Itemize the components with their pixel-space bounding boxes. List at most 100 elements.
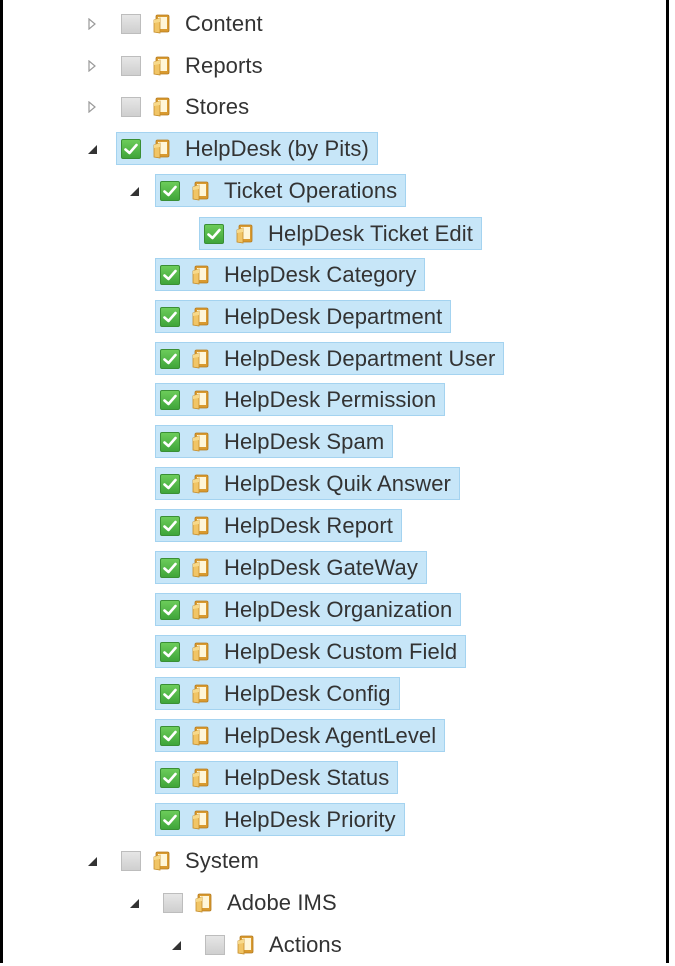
tree-node-label: HelpDesk Report	[224, 513, 394, 538]
checkmark-icon	[163, 604, 177, 615]
tree-node-label: HelpDesk Ticket Edit	[268, 221, 473, 246]
tree-row-helpdesk-organization: HelpDesk Organization	[3, 589, 666, 631]
tree-node-helpdesk-permission[interactable]: HelpDesk Permission	[155, 383, 446, 416]
folder-icon	[190, 473, 212, 495]
folder-icon	[151, 55, 173, 77]
unchecked-checkbox[interactable]	[121, 13, 141, 34]
expand-arrow-icon[interactable]	[85, 56, 99, 76]
tree-node-helpdesk-report[interactable]: HelpDesk Report	[155, 509, 403, 542]
collapse-arrow-icon[interactable]	[127, 893, 141, 913]
folder-icon	[193, 892, 215, 914]
tree-node-helpdesk-category[interactable]: HelpDesk Category	[155, 258, 426, 291]
collapse-arrow-icon[interactable]	[85, 139, 99, 159]
checkmark-icon	[163, 394, 177, 405]
checkmark-icon	[163, 520, 177, 531]
tree-node-helpdesk-gateway[interactable]: HelpDesk GateWay	[155, 551, 427, 584]
checked-checkbox[interactable]	[160, 557, 180, 578]
folder-icon	[190, 431, 212, 453]
tree-node-label: Adobe IMS	[227, 890, 337, 915]
tree-node-label: HelpDesk Custom Field	[224, 639, 458, 664]
unchecked-checkbox[interactable]	[163, 892, 183, 913]
checked-checkbox[interactable]	[160, 683, 180, 704]
tree-node-reports[interactable]: Reports	[116, 49, 272, 82]
tree-node-helpdesk-config[interactable]: HelpDesk Config	[155, 677, 400, 710]
expand-arrow-icon[interactable]	[85, 14, 99, 34]
tree-node-helpdesk-department[interactable]: HelpDesk Department	[155, 300, 452, 333]
checked-checkbox[interactable]	[160, 180, 180, 201]
tree-node-helpdesk-custom-field[interactable]: HelpDesk Custom Field	[155, 635, 467, 668]
tree-row-helpdesk-permission: HelpDesk Permission	[3, 379, 666, 421]
folder-icon	[190, 557, 212, 579]
expand-arrow-icon[interactable]	[85, 97, 99, 117]
checked-checkbox[interactable]	[160, 641, 180, 662]
checked-checkbox[interactable]	[160, 599, 180, 620]
tree-node-helpdesk-status[interactable]: HelpDesk Status	[155, 761, 399, 794]
tree-node-label: System	[185, 848, 259, 873]
collapse-arrow-icon[interactable]	[169, 935, 183, 955]
tree-node-label: Actions	[269, 932, 342, 957]
checked-checkbox[interactable]	[160, 515, 180, 536]
tree-row-helpdesk-department: HelpDesk Department	[3, 296, 666, 338]
unchecked-checkbox[interactable]	[121, 55, 141, 76]
tree-row-helpdesk-spam: HelpDesk Spam	[3, 421, 666, 463]
tree-row-ticket-operations: Ticket Operations	[3, 170, 666, 212]
tree-node-stores[interactable]: Stores	[116, 90, 258, 123]
checked-checkbox[interactable]	[160, 473, 180, 494]
tree-node-label: HelpDesk Status	[224, 765, 390, 790]
tree-row-content: Content	[3, 3, 666, 45]
tree-node-system[interactable]: System	[116, 844, 268, 877]
tree-row-stores: Stores	[3, 86, 666, 128]
tree-node-label: Ticket Operations	[224, 178, 398, 203]
tree-node-helpdesk-department-user[interactable]: HelpDesk Department User	[155, 342, 505, 375]
tree-node-label: HelpDesk Permission	[224, 387, 437, 412]
checked-checkbox[interactable]	[160, 431, 180, 452]
tree-node-helpdesk-by-pits[interactable]: HelpDesk (by Pits)	[116, 132, 378, 165]
tree-row-helpdesk-gateway: HelpDesk GateWay	[3, 547, 666, 589]
checked-checkbox[interactable]	[160, 348, 180, 369]
checked-checkbox[interactable]	[160, 725, 180, 746]
tree-node-label: HelpDesk Category	[224, 262, 417, 287]
tree-row-actions: Actions	[3, 924, 666, 966]
tree-node-helpdesk-spam[interactable]: HelpDesk Spam	[155, 425, 394, 458]
tree-row-helpdesk-category: HelpDesk Category	[3, 254, 666, 296]
folder-icon	[151, 96, 173, 118]
tree-node-label: HelpDesk Organization	[224, 597, 453, 622]
tree-node-helpdesk-ticket-edit[interactable]: HelpDesk Ticket Edit	[199, 217, 482, 250]
checked-checkbox[interactable]	[121, 138, 141, 159]
folder-icon	[234, 223, 256, 245]
tree-node-label: HelpDesk Config	[224, 681, 391, 706]
checkmark-icon	[163, 269, 177, 280]
tree-node-content[interactable]: Content	[116, 7, 272, 40]
tree-node-actions[interactable]: Actions	[200, 928, 351, 961]
unchecked-checkbox[interactable]	[121, 850, 141, 871]
tree-node-helpdesk-quik-answer[interactable]: HelpDesk Quik Answer	[155, 467, 460, 500]
tree-node-helpdesk-agentlevel[interactable]: HelpDesk AgentLevel	[155, 719, 446, 752]
unchecked-checkbox[interactable]	[205, 934, 225, 955]
tree-node-adobe-ims[interactable]: Adobe IMS	[158, 886, 346, 919]
checked-checkbox[interactable]	[160, 809, 180, 830]
tree-row-helpdesk-status: HelpDesk Status	[3, 757, 666, 799]
folder-icon	[190, 348, 212, 370]
checked-checkbox[interactable]	[160, 306, 180, 327]
tree-row-helpdesk-priority: HelpDesk Priority	[3, 799, 666, 841]
checked-checkbox[interactable]	[160, 264, 180, 285]
tree-node-helpdesk-organization[interactable]: HelpDesk Organization	[155, 593, 462, 626]
tree-node-label: HelpDesk Priority	[224, 807, 396, 832]
tree-node-label: HelpDesk GateWay	[224, 555, 418, 580]
tree-node-label: HelpDesk Quik Answer	[224, 471, 451, 496]
checked-checkbox[interactable]	[204, 223, 224, 244]
folder-icon	[190, 683, 212, 705]
tree-row-helpdesk-ticket-edit: HelpDesk Ticket Edit	[3, 213, 666, 255]
folder-icon	[190, 264, 212, 286]
checkmark-icon	[163, 646, 177, 657]
unchecked-checkbox[interactable]	[121, 96, 141, 117]
collapse-arrow-icon[interactable]	[127, 181, 141, 201]
tree-node-helpdesk-priority[interactable]: HelpDesk Priority	[155, 803, 405, 836]
collapse-arrow-icon[interactable]	[85, 851, 99, 871]
checked-checkbox[interactable]	[160, 767, 180, 788]
tree-row-helpdesk-report: HelpDesk Report	[3, 505, 666, 547]
folder-icon	[190, 641, 212, 663]
tree-node-ticket-operations[interactable]: Ticket Operations	[155, 174, 407, 207]
checkmark-icon	[163, 185, 177, 196]
checked-checkbox[interactable]	[160, 389, 180, 410]
